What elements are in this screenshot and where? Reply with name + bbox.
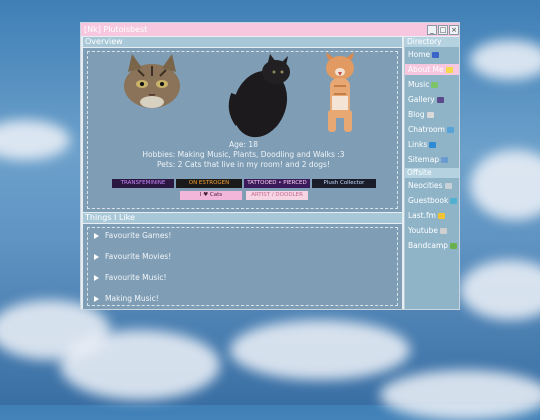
offsite-heading: Offsite (405, 168, 459, 178)
like-item-music[interactable]: Favourite Music! (94, 273, 166, 283)
cloud (230, 320, 410, 380)
globe-icon (429, 142, 437, 148)
sidebar-item-label: Bandcamp (408, 241, 449, 250)
badge-tattooed-pierced: TATTOOED • PIERCED (244, 179, 310, 188)
cloud (380, 370, 540, 420)
things-i-like-heading: Things I Like (83, 213, 402, 223)
profile-window: [Nk] Plutoisbest _ □ × Overview Age: 18 … (80, 22, 460, 310)
cloud (460, 260, 540, 320)
cloud (60, 330, 220, 400)
expand-arrow-icon (94, 254, 99, 260)
cloud (470, 40, 540, 80)
black-cat-image (228, 54, 290, 138)
sidebar-item-links[interactable]: Links (408, 139, 437, 150)
title-bar[interactable]: [Nk] Plutoisbest _ □ × (81, 23, 459, 36)
like-item-movies[interactable]: Favourite Movies! (94, 252, 171, 262)
sidebar-item-label: Chatroom (408, 125, 445, 134)
things-i-like-panel: Favourite Games! Favourite Movies! Favou… (83, 224, 402, 309)
sidebar-item-label: Links (408, 140, 428, 149)
sidebar-item-label: About Me (408, 65, 444, 74)
sidebar-item-label: Guestbook (408, 196, 449, 205)
home-icon (432, 52, 440, 58)
orange-cat-image (326, 52, 354, 132)
video-icon (440, 228, 447, 234)
search-icon (441, 157, 449, 163)
sidebar-item-music[interactable]: Music (408, 79, 439, 90)
overview-heading: Overview (83, 37, 402, 47)
tabby-cat-image (124, 54, 180, 108)
cloud (470, 150, 540, 220)
sidebar-item-chatroom[interactable]: Chatroom (408, 124, 454, 135)
directory-heading: Directory (405, 37, 459, 47)
overview-panel: Age: 18 Hobbies: Making Music, Plants, D… (83, 48, 402, 212)
expand-arrow-icon (94, 233, 99, 239)
offsite-item-neocities[interactable]: Neocities (408, 180, 452, 191)
close-button[interactable]: × (449, 25, 459, 35)
age-text: Age: 18 (229, 140, 258, 149)
expand-arrow-icon (94, 275, 99, 281)
cloud (0, 120, 70, 160)
sidebar-item-label: Youtube (408, 226, 438, 235)
sidebar: Directory Home About Me Music Gallery Blog Ch… (404, 37, 459, 309)
sidebar-item-gallery[interactable]: Gallery (408, 94, 444, 105)
badge-on-estrogen: ON ESTROGEN (176, 179, 242, 188)
badge-transfeminine: TRANSFEMININE (112, 179, 174, 188)
gallery-icon (436, 97, 444, 103)
sidebar-item-label: Gallery (408, 95, 435, 104)
offsite-item-guestbook[interactable]: Guestbook (408, 195, 458, 206)
main-pane: Overview Age: 18 Hobbies: Making Music, … (83, 37, 402, 309)
blog-icon (426, 112, 434, 118)
sidebar-item-label: Home (408, 50, 431, 59)
minimize-button[interactable]: _ (427, 25, 437, 35)
sidebar-item-label: Sitemap (408, 155, 440, 164)
offsite-item-last-fm[interactable]: Last.fm (408, 210, 445, 221)
lightbulb-icon (445, 67, 453, 73)
hobbies-text: Hobbies: Making Music, Plants, Doodling … (142, 150, 345, 159)
monitor-icon (444, 183, 452, 189)
sidebar-item-about-me[interactable]: About Me (405, 64, 459, 75)
play-icon (437, 213, 445, 219)
sidebar-item-label: Blog (408, 110, 425, 119)
music-icon (431, 82, 439, 88)
sidebar-item-sitemap[interactable]: Sitemap (408, 154, 449, 165)
like-item-making-music[interactable]: Making Music! (94, 294, 159, 304)
offsite-item-bandcamp[interactable]: Bandcamp (408, 240, 458, 251)
badge-i-love-cats: I ♥ Cats (180, 191, 242, 200)
chat-icon (446, 127, 454, 133)
badge-plush-collector: Plush Collector (312, 179, 376, 188)
pets-text: Pets: 2 Cats that live in my room! and 2… (157, 160, 330, 169)
bandcamp-icon (450, 243, 458, 249)
offsite-item-youtube[interactable]: Youtube (408, 225, 447, 236)
expand-arrow-icon (94, 296, 99, 302)
sidebar-item-blog[interactable]: Blog (408, 109, 434, 120)
like-item-games[interactable]: Favourite Games! (94, 231, 171, 241)
sidebar-item-label: Neocities (408, 181, 443, 190)
sidebar-item-label: Music (408, 80, 430, 89)
book-icon (450, 198, 458, 204)
badge-artist: ARTIST / DOODLER (246, 191, 308, 200)
sidebar-item-label: Last.fm (408, 211, 436, 220)
sidebar-item-home[interactable]: Home (408, 49, 440, 60)
window-title: [Nk] Plutoisbest (84, 25, 148, 34)
maximize-button[interactable]: □ (438, 25, 448, 35)
